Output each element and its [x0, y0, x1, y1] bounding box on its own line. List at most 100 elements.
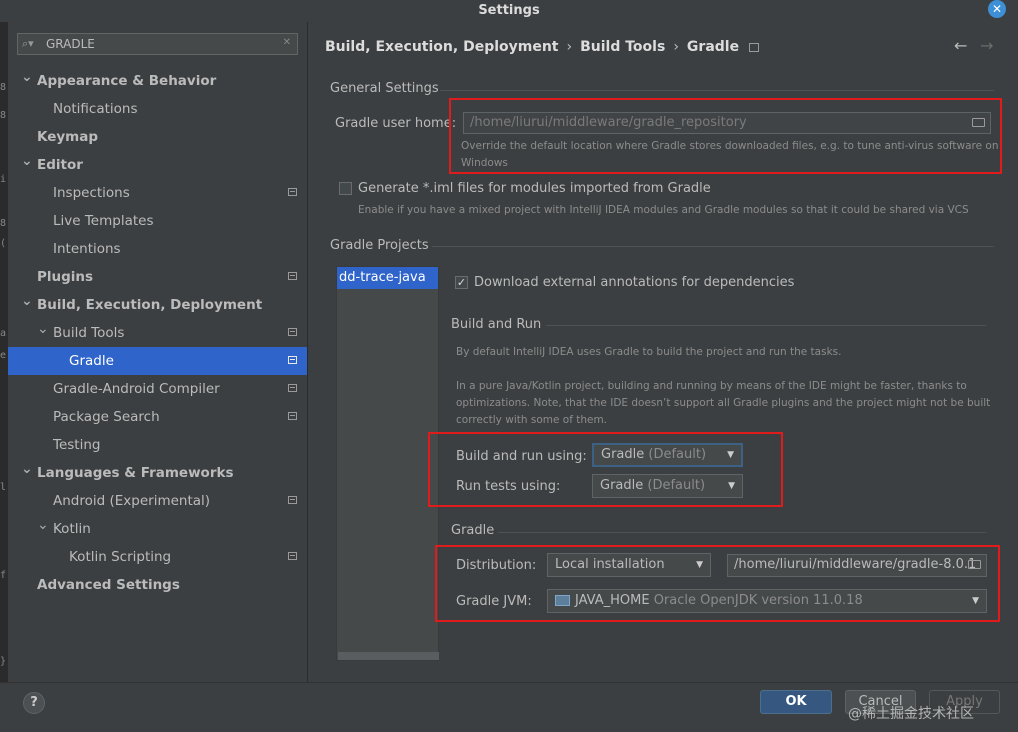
sidebar-item[interactable]: Testing: [8, 431, 307, 459]
sidebar-item[interactable]: Android (Experimental): [8, 487, 307, 515]
ok-button[interactable]: OK: [760, 690, 832, 714]
breadcrumb-item: Gradle: [686, 39, 740, 55]
general-settings-title: General Settings: [330, 81, 439, 96]
build-run-hint: correctly with some of them.: [456, 414, 608, 426]
gutter-glyph: 8: [0, 110, 7, 121]
sidebar-item[interactable]: Kotlin Scripting: [8, 543, 307, 571]
project-settings-icon: [288, 496, 297, 504]
close-icon[interactable]: ✕: [988, 0, 1006, 18]
gradle-section-title: Gradle: [451, 523, 495, 538]
breadcrumb-item[interactable]: Build Tools: [580, 39, 665, 55]
breadcrumb: Build, Execution, Deployment › Build Tools…: [325, 39, 760, 55]
sidebar-item-label: Kotlin: [53, 521, 91, 537]
sidebar-item-label: Languages & Frameworks: [37, 465, 234, 481]
gutter-glyph: }: [0, 656, 7, 667]
gutter-glyph: 8: [0, 218, 7, 229]
breadcrumb-separator: ›: [673, 39, 679, 55]
sidebar-item-label: Build, Execution, Deployment: [37, 297, 263, 313]
back-arrow-icon[interactable]: ←: [954, 36, 967, 55]
sidebar-item[interactable]: Intentions: [8, 235, 307, 263]
window-title: Settings: [478, 3, 540, 18]
editor-gutter: 8 8 i 8 ( a e l f }: [0, 22, 8, 682]
sidebar-item[interactable]: Inspections: [8, 179, 307, 207]
chevron-down-icon[interactable]: ⌄: [37, 511, 49, 539]
sidebar-item-label: Gradle: [69, 353, 114, 369]
highlight-box: [435, 545, 1000, 622]
search-input[interactable]: ⌕▾ GRADLE ✕: [17, 33, 298, 55]
sidebar-item-label: Android (Experimental): [53, 493, 211, 509]
watermark: @稀土掘金技术社区: [848, 706, 974, 722]
sidebar-item-label: Keymap: [37, 129, 99, 145]
section-divider: [440, 90, 994, 91]
sidebar-item-label: Plugins: [37, 269, 94, 285]
project-item[interactable]: dd-trace-java: [337, 267, 438, 289]
gutter-glyph: (: [0, 238, 7, 249]
sidebar-item-label: Advanced Settings: [37, 577, 180, 593]
sidebar-item[interactable]: Gradle-Android Compiler: [8, 375, 307, 403]
gutter-glyph: l: [0, 482, 7, 493]
sidebar-item-label: Build Tools: [53, 325, 125, 341]
section-divider: [498, 532, 986, 533]
project-settings-icon: [749, 42, 760, 52]
sidebar-item-label: Kotlin Scripting: [69, 549, 172, 565]
sidebar-item-label: Testing: [53, 437, 101, 453]
gutter-glyph: f: [0, 570, 7, 581]
sidebar-item[interactable]: ⌄ Kotlin: [8, 515, 307, 543]
sidebar-item-label: Gradle-Android Compiler: [53, 381, 220, 397]
sidebar-item[interactable]: ⌄ Editor: [8, 151, 307, 179]
help-button[interactable]: ?: [23, 692, 45, 714]
search-icon: ⌕▾: [22, 37, 34, 50]
sidebar-item[interactable]: Live Templates: [8, 207, 307, 235]
sidebar-item[interactable]: Package Search: [8, 403, 307, 431]
chevron-down-icon[interactable]: ⌄: [37, 315, 49, 343]
project-settings-icon: [288, 272, 297, 280]
forward-arrow-icon[interactable]: →: [980, 36, 993, 55]
sidebar-item-label: Intentions: [53, 241, 121, 257]
download-annotations-checkbox[interactable]: ✓: [455, 276, 468, 289]
generate-iml-label[interactable]: Generate *.iml files for modules importe…: [358, 181, 711, 196]
sidebar-item-label: Inspections: [53, 185, 130, 201]
clear-search-icon[interactable]: ✕: [283, 37, 291, 48]
sidebar-item[interactable]: Advanced Settings: [8, 571, 307, 599]
chevron-down-icon[interactable]: ⌄: [21, 147, 33, 175]
sidebar-item[interactable]: ⌄ Languages & Frameworks: [8, 459, 307, 487]
sidebar-item[interactable]: ⌄ Appearance & Behavior: [8, 67, 307, 95]
gradle-user-home-label: Gradle user home:: [335, 116, 457, 131]
generate-iml-checkbox[interactable]: [339, 182, 352, 195]
sidebar-item[interactable]: ⌄ Build, Execution, Deployment: [8, 291, 307, 319]
build-and-run-title: Build and Run: [451, 317, 542, 332]
section-divider: [432, 246, 994, 247]
highlight-box: [428, 432, 783, 507]
chevron-down-icon[interactable]: ⌄: [21, 287, 33, 315]
sidebar-item[interactable]: Notifications: [8, 95, 307, 123]
gradle-projects-title: Gradle Projects: [330, 238, 429, 253]
sidebar-item[interactable]: Gradle: [8, 347, 307, 375]
settings-sidebar: ⌕▾ GRADLE ✕ ⌄ Appearance & Behavior Notifi…: [8, 22, 308, 682]
build-run-hint: optimizations. Note, that the IDE doesn’…: [456, 397, 991, 409]
project-settings-icon: [288, 356, 297, 364]
project-settings-icon: [288, 328, 297, 336]
breadcrumb-separator: ›: [566, 39, 573, 55]
download-annotations-label[interactable]: Download external annotations for depend…: [474, 275, 794, 290]
gutter-glyph: i: [0, 174, 7, 185]
sidebar-item-label: Editor: [37, 157, 83, 173]
sidebar-item-label: Package Search: [53, 409, 160, 425]
section-divider: [546, 325, 986, 326]
chevron-down-icon[interactable]: ⌄: [21, 455, 33, 483]
gutter-glyph: e: [0, 350, 7, 361]
breadcrumb-item[interactable]: Build, Execution, Deployment: [325, 39, 559, 55]
gradle-projects-list[interactable]: dd-trace-java: [336, 266, 439, 661]
chevron-down-icon[interactable]: ⌄: [21, 63, 33, 91]
sidebar-item[interactable]: Plugins: [8, 263, 307, 291]
sidebar-item[interactable]: Keymap: [8, 123, 307, 151]
title-bar: Settings ✕: [0, 0, 1018, 22]
gutter-glyph: 8: [0, 82, 7, 93]
highlight-box: [449, 98, 1002, 174]
project-settings-icon: [288, 412, 297, 420]
project-settings-icon: [288, 552, 297, 560]
build-run-hint: By default IntelliJ IDEA uses Gradle to …: [456, 346, 842, 358]
build-run-hint: In a pure Java/Kotlin project, building …: [456, 380, 967, 392]
gutter-glyph: a: [0, 328, 7, 339]
horizontal-scrollbar[interactable]: [338, 652, 439, 660]
sidebar-item[interactable]: ⌄ Build Tools: [8, 319, 307, 347]
